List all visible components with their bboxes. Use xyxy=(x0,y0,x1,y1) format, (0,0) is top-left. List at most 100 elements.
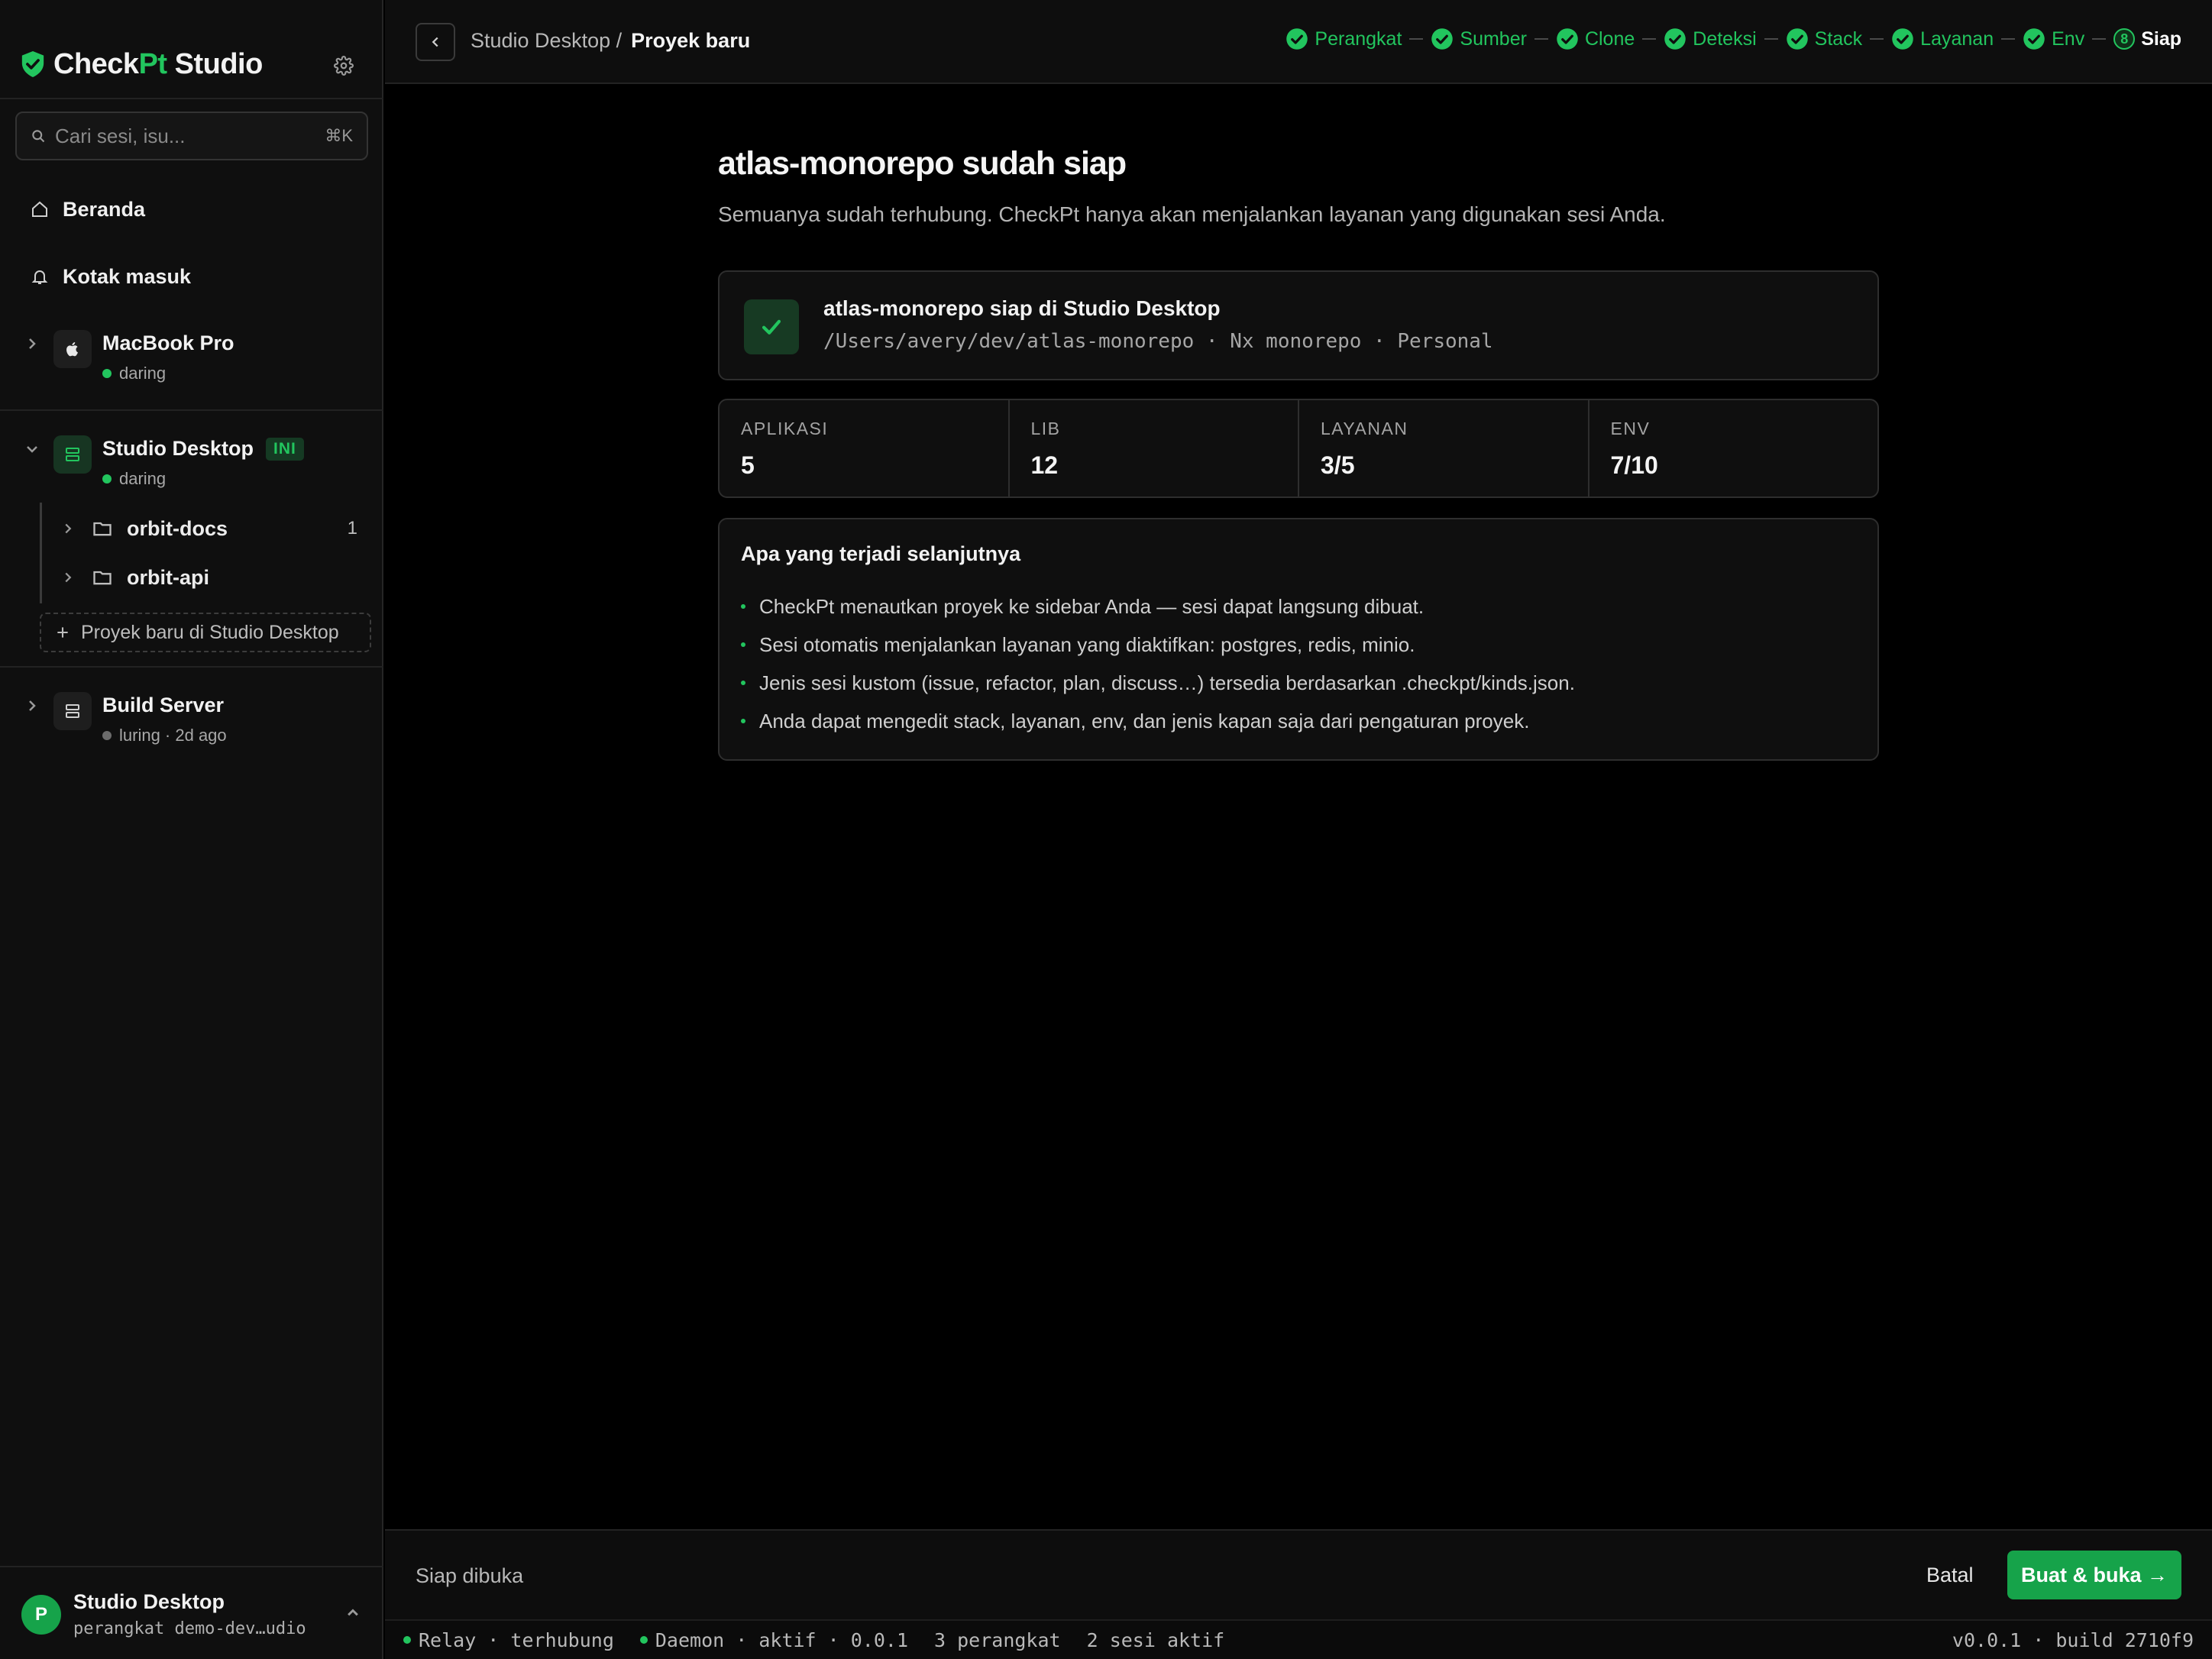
search-placeholder: Cari sesi, isu... xyxy=(55,124,186,147)
check-circle-icon xyxy=(1286,28,1308,50)
device-studio-desktop[interactable]: Studio Desktop INI daring xyxy=(23,435,374,489)
device-name: MacBook Pro xyxy=(102,331,234,354)
divider xyxy=(0,666,383,668)
footer-status: Siap dibuka xyxy=(416,1564,524,1587)
list-item: CheckPt menautkan proyek ke sidebar Anda… xyxy=(741,587,1856,626)
check-icon xyxy=(744,299,799,354)
device-macbook-pro[interactable]: MacBook Pro daring xyxy=(23,330,374,383)
new-project-button[interactable]: Proyek baru di Studio Desktop xyxy=(40,613,371,652)
device-name: Build Server xyxy=(102,694,225,716)
bullet xyxy=(741,642,745,647)
step-separator xyxy=(2001,38,2016,40)
device-status: daring xyxy=(102,469,166,489)
project-orbit-docs[interactable]: orbit-docs 1 xyxy=(60,512,357,545)
user-subtitle: perangkat demo-dev…udio xyxy=(73,1619,306,1638)
chevron-right-icon[interactable] xyxy=(23,697,41,715)
stats-card: APLIKASI 5 LIB 12 LAYANAN 3/5 ENV 7/10 xyxy=(718,399,1879,498)
back-button[interactable] xyxy=(416,23,455,61)
step-siap: 8 Siap xyxy=(2113,28,2181,50)
step-separator xyxy=(1409,38,1424,40)
breadcrumb-current: Proyek baru xyxy=(631,29,751,52)
step-deteksi[interactable]: Deteksi xyxy=(1664,27,1757,50)
server-icon xyxy=(53,692,92,730)
step-stack[interactable]: Stack xyxy=(1786,27,1862,50)
user-switcher[interactable]: P Studio Desktop perangkat demo-dev…udio xyxy=(0,1566,383,1659)
breadcrumb-parent[interactable]: Studio Desktop / xyxy=(471,29,622,53)
step-sumber[interactable]: Sumber xyxy=(1431,27,1527,50)
online-dot xyxy=(403,1636,411,1644)
ready-content: atlas-monorepo sudah siap Semuanya sudah… xyxy=(718,145,1879,761)
list-item: Anda dapat mengedit stack, layanan, env,… xyxy=(741,702,1856,740)
check-circle-icon xyxy=(1557,28,1578,50)
bell-icon xyxy=(31,270,48,284)
online-dot xyxy=(102,474,112,483)
check-circle-icon xyxy=(1664,28,1686,50)
check-circle-icon xyxy=(1892,28,1913,50)
brand-logo[interactable]: CheckPt Studio xyxy=(20,46,263,82)
chevron-right-icon[interactable] xyxy=(23,335,41,353)
daemon-status: Daemon · aktif · 0.0.1 xyxy=(639,1629,908,1651)
list-item: Sesi otomatis menjalankan layanan yang d… xyxy=(741,626,1856,664)
device-build-server[interactable]: Build Server luring · 2d ago xyxy=(23,692,374,745)
cancel-button[interactable]: Batal xyxy=(1920,1551,1980,1599)
ready-meta: /Users/avery/dev/atlas-monorepo · Nx mon… xyxy=(823,330,1493,353)
device-name: Studio Desktop INI xyxy=(102,437,304,461)
step-separator xyxy=(1870,38,1884,40)
ready-title: atlas-monorepo siap di Studio Desktop xyxy=(823,296,1221,320)
tree-guide xyxy=(40,503,42,603)
project-orbit-api[interactable]: orbit-api xyxy=(60,561,357,594)
step-clone[interactable]: Clone xyxy=(1556,27,1635,50)
home-icon xyxy=(32,201,47,217)
bullet xyxy=(741,604,745,609)
ready-summary-card: atlas-monorepo siap di Studio Desktop /U… xyxy=(718,270,1879,380)
device-status: luring · 2d ago xyxy=(102,726,227,745)
plus-icon xyxy=(57,627,68,638)
stat-env: ENV 7/10 xyxy=(1610,419,1658,479)
online-dot xyxy=(639,1636,648,1644)
next-steps-title: Apa yang terjadi selanjutnya xyxy=(741,542,1021,565)
avatar: P xyxy=(21,1595,61,1635)
next-steps-card: Apa yang terjadi selanjutnya CheckPt men… xyxy=(718,518,1879,761)
version-info: v0.0.1 · build 2710f9 xyxy=(1952,1628,2194,1651)
session-count: 2 sesi aktif xyxy=(1086,1628,1225,1651)
folder-icon xyxy=(93,522,112,536)
create-and-open-button[interactable]: Buat & buka → xyxy=(2007,1551,2181,1599)
settings-gear-icon[interactable] xyxy=(330,52,357,79)
chevron-down-icon[interactable] xyxy=(23,440,41,458)
check-circle-icon xyxy=(2023,28,2045,50)
server-icon xyxy=(53,435,92,474)
search-input[interactable]: Cari sesi, isu... ⌘K xyxy=(15,112,368,160)
chevron-right-icon[interactable] xyxy=(60,520,76,537)
chevron-right-icon[interactable] xyxy=(60,569,76,586)
new-project-label: Proyek baru di Studio Desktop xyxy=(81,621,339,643)
apple-icon xyxy=(53,330,92,368)
step-layanan[interactable]: Layanan xyxy=(1891,27,1994,50)
sidebar: CheckPt Studio Cari sesi, isu... ⌘K Bera… xyxy=(0,0,383,1659)
list-item: Jenis sesi kustom (issue, refactor, plan… xyxy=(741,664,1856,702)
session-count: 1 xyxy=(347,518,357,538)
stat-aplikasi: APLIKASI 5 xyxy=(720,400,1010,496)
bullet xyxy=(741,681,745,685)
next-steps-list: CheckPt menautkan proyek ke sidebar Anda… xyxy=(741,587,1856,740)
step-env[interactable]: Env xyxy=(2023,27,2084,50)
search-shortcut: ⌘K xyxy=(325,126,353,145)
status-bar: Relay · terhubung Daemon · aktif · 0.0.1… xyxy=(385,1619,2212,1659)
step-perangkat[interactable]: Perangkat xyxy=(1285,27,1402,50)
project-name: orbit-docs xyxy=(127,516,228,540)
nav-home[interactable]: Beranda xyxy=(31,192,145,226)
search-icon xyxy=(32,130,45,143)
device-status: daring xyxy=(102,364,166,383)
relay-status: Relay · terhubung xyxy=(403,1629,614,1651)
nav-inbox[interactable]: Kotak masuk xyxy=(31,260,191,293)
online-dot xyxy=(102,369,112,378)
step-separator xyxy=(1534,38,1548,40)
main-panel: Studio Desktop / Proyek baru Perangkat S… xyxy=(385,0,2212,1659)
wizard-steps: Perangkat Sumber Clone Deteksi Stack Lay… xyxy=(1285,27,2181,50)
stat-lib: LIB 12 xyxy=(1010,400,1299,496)
chevron-up-icon xyxy=(348,1609,358,1616)
step-separator xyxy=(1764,38,1778,40)
divider xyxy=(0,409,383,411)
stat-layanan: LAYANAN 3/5 xyxy=(1299,400,1589,496)
device-count: 3 perangkat xyxy=(934,1628,1061,1651)
divider xyxy=(0,98,383,99)
